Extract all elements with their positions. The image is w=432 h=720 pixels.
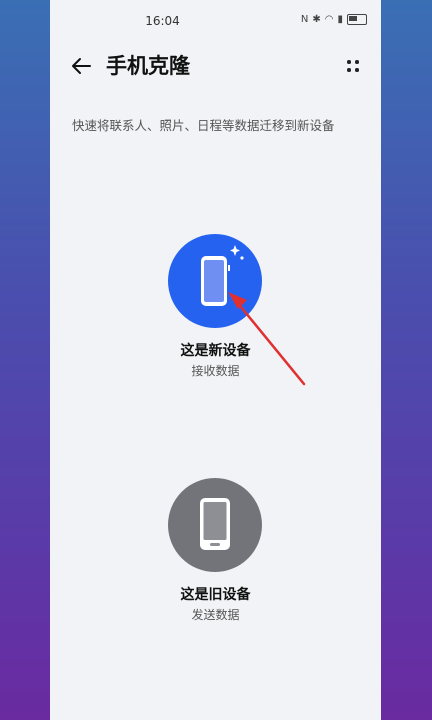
page-description: 快速将联系人、照片、日程等数据迁移到新设备 (72, 118, 335, 133)
new-device-label: 这是新设备 (180, 343, 251, 359)
status-time: 16:04 (145, 14, 180, 28)
more-dots-icon[interactable] (345, 58, 361, 74)
old-device-circle[interactable] (168, 478, 262, 572)
status-bar: 16:04 N ✱ ◠ ▮ (50, 0, 381, 44)
status-icons: N ✱ ◠ ▮ (301, 14, 367, 25)
phone-screen: 16:04 N ✱ ◠ ▮ 手机克隆 快速将联系人、照片、日程等数据迁移到新设备… (50, 0, 381, 720)
battery-icon (347, 14, 367, 25)
old-phone-icon (200, 498, 230, 550)
nfc-icon: N (300, 13, 309, 25)
old-device-label: 这是旧设备 (180, 587, 251, 603)
old-device-option[interactable]: 这是旧设备 发送数据 (50, 478, 381, 628)
new-device-option[interactable]: 这是新设备 接收数据 (50, 234, 381, 384)
back-arrow-icon[interactable] (68, 52, 96, 80)
bluetooth-icon: ✱ (312, 13, 321, 25)
page-title: 手机克隆 (106, 54, 190, 78)
old-device-sublabel: 发送数据 (191, 608, 240, 622)
new-device-sublabel: 接收数据 (191, 364, 240, 378)
new-phone-icon (201, 245, 244, 306)
new-device-circle[interactable] (168, 234, 262, 328)
sim-icon: ▮ (337, 13, 343, 25)
wifi-icon: ◠ (324, 13, 334, 25)
